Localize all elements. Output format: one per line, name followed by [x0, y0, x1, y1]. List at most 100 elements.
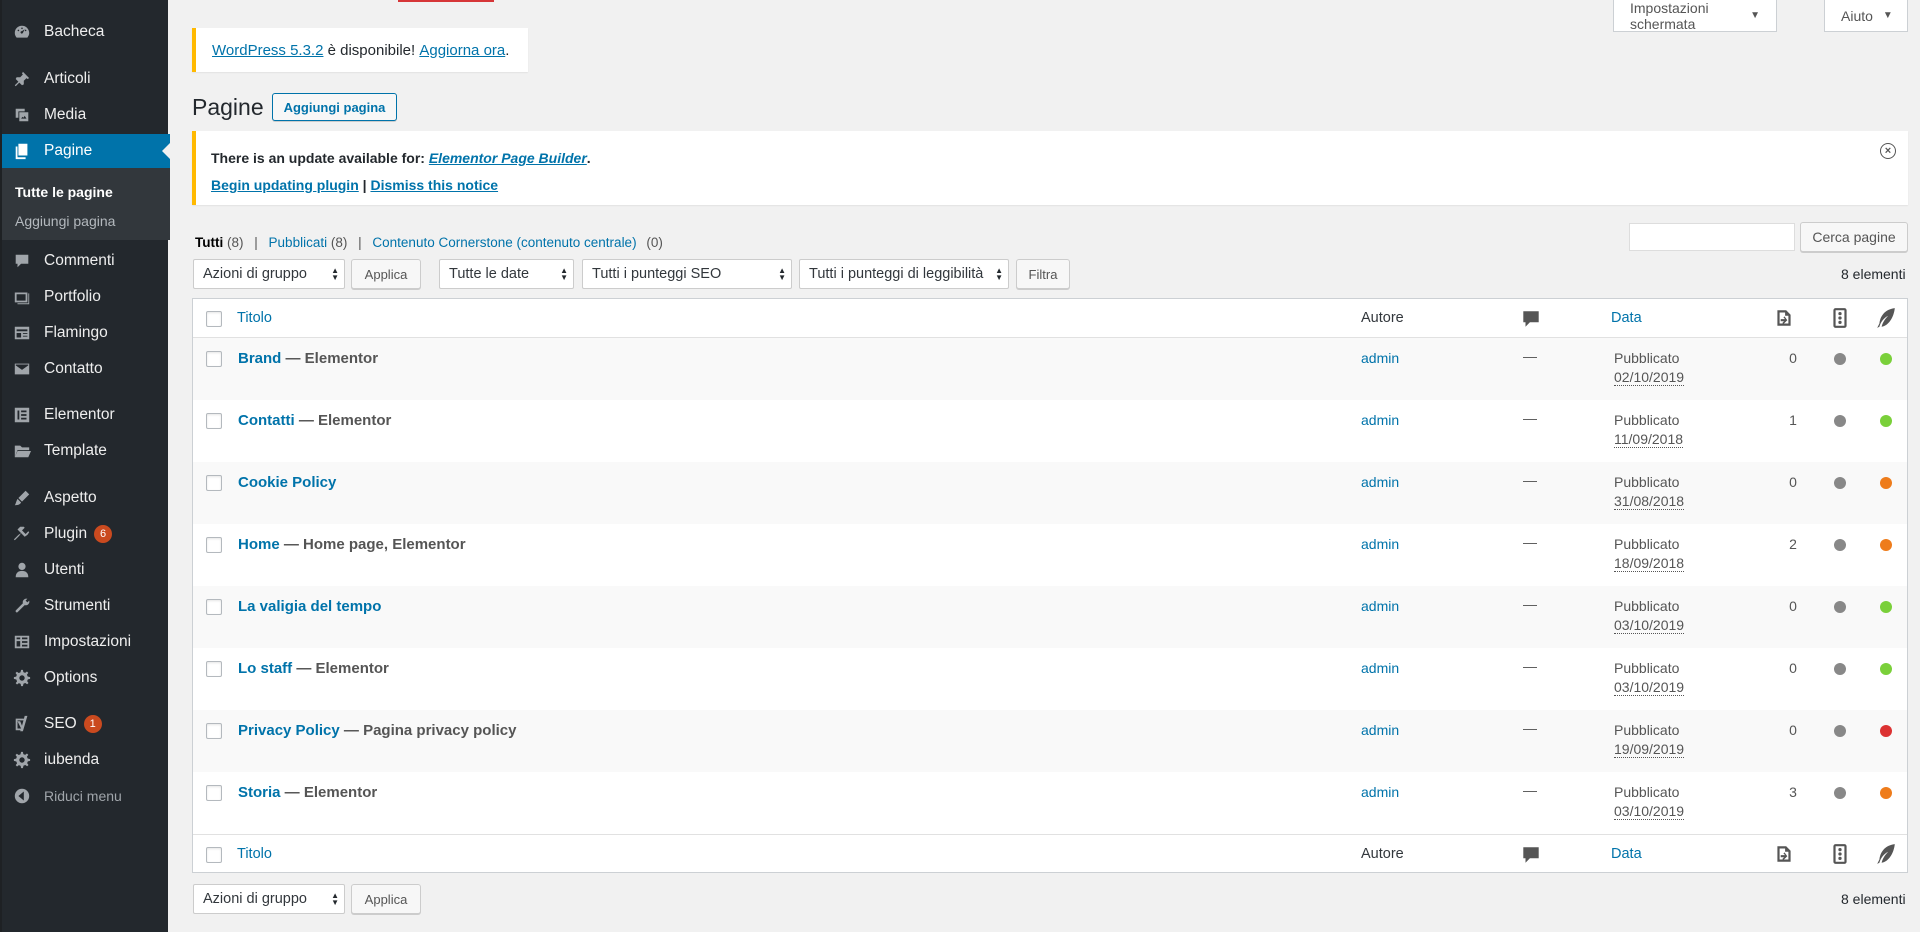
- sidebar-item-elementor[interactable]: Elementor: [2, 398, 170, 432]
- author-link[interactable]: admin: [1361, 474, 1399, 490]
- close-icon[interactable]: ×: [1880, 143, 1896, 159]
- row-checkbox[interactable]: [206, 413, 222, 429]
- readability-score-dot: [1880, 787, 1892, 799]
- sidebar-item-strumenti[interactable]: Strumenti: [2, 589, 170, 623]
- row-checkbox[interactable]: [206, 351, 222, 367]
- row-checkbox[interactable]: [206, 661, 222, 677]
- author-link[interactable]: admin: [1361, 722, 1399, 738]
- row-title-cell: La valigia del tempo: [238, 598, 381, 615]
- author-link[interactable]: admin: [1361, 784, 1399, 800]
- internal-links-count: 1: [1789, 412, 1797, 428]
- submenu-all-pages[interactable]: Tutte le pagine: [15, 184, 113, 200]
- sidebar-item-label: Aspetto: [44, 489, 97, 506]
- row-checkbox[interactable]: [206, 723, 222, 739]
- sidebar-item-impostazioni[interactable]: Impostazioni: [2, 625, 170, 659]
- row-checkbox[interactable]: [206, 537, 222, 553]
- bulk-actions-select[interactable]: Azioni di gruppo ▲ ▼: [193, 259, 345, 289]
- page-title-link[interactable]: Storia: [238, 784, 281, 801]
- column-title[interactable]: Titolo: [237, 846, 272, 862]
- sidebar-item-label: Contatto: [44, 360, 103, 377]
- seo-score-select[interactable]: Tutti i punteggi SEO ▲ ▼: [582, 259, 792, 289]
- wordpress-version-link[interactable]: WordPress 5.3.2: [212, 42, 323, 59]
- sidebar-item-options[interactable]: Options: [2, 661, 170, 695]
- sidebar-item-media[interactable]: Media: [2, 98, 170, 132]
- column-date[interactable]: Data: [1611, 310, 1642, 326]
- view-cornerstone[interactable]: Contenuto Cornerstone (contenuto central…: [372, 235, 636, 250]
- column-title[interactable]: Titolo: [237, 310, 272, 326]
- publish-date: 03/10/2019: [1614, 617, 1685, 634]
- sidebar-item-utenti[interactable]: Utenti: [2, 553, 170, 587]
- author-link[interactable]: admin: [1361, 660, 1399, 676]
- select-all-checkbox[interactable]: [206, 847, 222, 863]
- date-filter-select[interactable]: Tutte le date ▲ ▼: [439, 259, 574, 289]
- row-checkbox[interactable]: [206, 785, 222, 801]
- sidebar-item-flamingo[interactable]: Flamingo: [2, 316, 170, 350]
- comment-bubble-icon[interactable]: [1520, 308, 1542, 330]
- column-date[interactable]: Data: [1611, 846, 1642, 862]
- view-all[interactable]: Tutti: [195, 235, 223, 250]
- page-title-link[interactable]: Contatti: [238, 412, 295, 429]
- view-separator: |: [254, 235, 258, 250]
- page-title-link[interactable]: Brand: [238, 350, 281, 367]
- sidebar-item-articoli[interactable]: Articoli: [2, 62, 170, 96]
- apply-button[interactable]: Applica: [351, 259, 421, 289]
- readability-score-dot: [1880, 353, 1892, 365]
- screen-options-button[interactable]: Impostazioni schermata ▼: [1613, 0, 1777, 32]
- page-title-link[interactable]: Home: [238, 536, 280, 553]
- comment-bubble-icon[interactable]: [1520, 844, 1542, 866]
- publish-status: Pubblicato: [1614, 784, 1680, 800]
- sidebar-item-commenti[interactable]: Commenti: [2, 244, 170, 278]
- comments-count: —: [1523, 534, 1537, 550]
- table-footer: Titolo Autore Data: [193, 834, 1907, 873]
- notice-end: .: [505, 41, 510, 59]
- filter-button[interactable]: Filtra: [1016, 259, 1070, 289]
- gear-icon: [12, 750, 32, 770]
- author-link[interactable]: admin: [1361, 412, 1399, 428]
- update-now-link[interactable]: Aggiorna ora: [419, 42, 505, 59]
- sidebar-item-portfolio[interactable]: Portfolio: [2, 280, 170, 314]
- sidebar-item-contatto[interactable]: Contatto: [2, 352, 170, 386]
- folder-icon: [12, 441, 32, 461]
- pages-table: Titolo Autore Data Brand — Elementor admi…: [192, 298, 1908, 873]
- row-checkbox[interactable]: [206, 599, 222, 615]
- add-page-button[interactable]: Aggiungi pagina: [272, 93, 397, 121]
- sidebar-item-template[interactable]: Template: [2, 434, 170, 468]
- apply-button-bottom[interactable]: Applica: [351, 884, 421, 914]
- page-title-link[interactable]: Privacy Policy: [238, 722, 340, 739]
- page-title-link[interactable]: Cookie Policy: [238, 474, 336, 491]
- readability-score-dot: [1880, 415, 1892, 427]
- sidebar-item-label: Portfolio: [44, 288, 101, 305]
- search-input[interactable]: [1629, 223, 1795, 251]
- sidebar-item-label: Elementor: [44, 406, 115, 423]
- sidebar-item-aspetto[interactable]: Aspetto: [2, 481, 170, 515]
- plugin-update-count: 6: [94, 525, 113, 543]
- sidebar-item-iubenda[interactable]: iubenda: [2, 743, 170, 777]
- row-checkbox[interactable]: [206, 475, 222, 491]
- sidebar-item-plugin[interactable]: Plugin 6: [2, 517, 170, 551]
- page-title-link[interactable]: Lo staff: [238, 660, 292, 677]
- author-link[interactable]: admin: [1361, 536, 1399, 552]
- sidebar-item-seo[interactable]: SEO 1: [2, 707, 170, 741]
- seo-score-icon: [1829, 307, 1851, 329]
- begin-updating-link[interactable]: Begin updating plugin: [211, 177, 359, 193]
- submenu-add-page[interactable]: Aggiungi pagina: [15, 213, 115, 229]
- plugin-name-link[interactable]: Elementor Page Builder: [429, 150, 587, 166]
- author-link[interactable]: admin: [1361, 350, 1399, 366]
- dismiss-notice-link[interactable]: Dismiss this notice: [370, 177, 498, 193]
- search-pages-button[interactable]: Cerca pagine: [1800, 222, 1908, 252]
- readability-score-dot: [1880, 601, 1892, 613]
- sidebar-item-pagine[interactable]: Pagine: [2, 134, 170, 168]
- publish-date: 02/10/2019: [1614, 369, 1685, 386]
- view-cornerstone-count: (0): [646, 235, 663, 250]
- page-title-link[interactable]: La valigia del tempo: [238, 598, 381, 615]
- items-count-bottom: 8 elementi: [1841, 891, 1906, 907]
- view-published[interactable]: Pubblicati: [269, 235, 328, 250]
- author-link[interactable]: admin: [1361, 598, 1399, 614]
- select-all-checkbox[interactable]: [206, 311, 222, 327]
- help-button[interactable]: Aiuto ▼: [1824, 0, 1908, 32]
- seo-score-icon: [1829, 843, 1851, 865]
- bulk-actions-select-bottom[interactable]: Azioni di gruppo ▲ ▼: [193, 884, 345, 914]
- readability-score-select[interactable]: Tutti i punteggi di leggibilità ▲ ▼: [799, 259, 1009, 289]
- sidebar-collapse-menu[interactable]: Riduci menu: [2, 779, 170, 813]
- sidebar-item-bacheca[interactable]: Bacheca: [2, 15, 170, 49]
